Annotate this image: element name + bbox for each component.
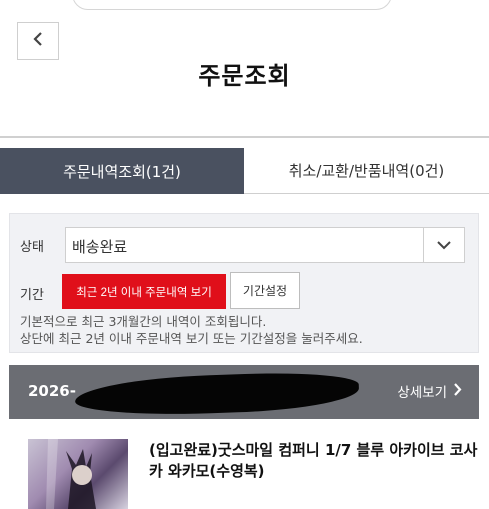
order-detail-link[interactable]: 상세보기 [397, 381, 462, 401]
chevron-right-icon [453, 382, 462, 401]
period-label: 기간 [20, 288, 44, 303]
recent-2years-button[interactable]: 최근 2년 이내 주문내역 보기 [62, 274, 226, 309]
chevron-down-icon [423, 228, 464, 262]
redaction-mark [74, 370, 360, 418]
product-name[interactable]: (입고완료)굿스마일 컴퍼니 1/7 블루 아카이브 코사카 와카모(수영복) [149, 440, 479, 482]
status-select[interactable]: 배송완료 [65, 227, 465, 263]
status-label: 상태 [20, 240, 44, 255]
order-item[interactable]: (입고완료)굿스마일 컴퍼니 1/7 블루 아카이브 코사카 와카모(수영복) [9, 419, 479, 509]
tab-order-history[interactable]: 주문내역조회(1건) [0, 148, 244, 194]
order-header-bar: 2026- 상세보기 [9, 365, 479, 419]
product-thumbnail[interactable] [28, 439, 128, 509]
period-setting-button[interactable]: 기간설정 [230, 272, 300, 309]
page-title: 주문조회 [198, 62, 291, 90]
status-select-value: 배송완료 [72, 238, 128, 256]
filter-note-line2: 상단에 최근 2년 이내 주문내역 보기 또는 기간설정을 눌러주세요. [20, 331, 363, 346]
header-divider [0, 136, 489, 138]
chevron-left-icon [31, 31, 45, 51]
order-date: 2026- [28, 382, 76, 400]
tab-cancel-exchange-return[interactable]: 취소/교환/반품내역(0건) [244, 148, 489, 194]
detail-link-label: 상세보기 [397, 385, 447, 401]
back-button[interactable] [17, 22, 59, 60]
top-search-bar[interactable] [72, 0, 392, 10]
